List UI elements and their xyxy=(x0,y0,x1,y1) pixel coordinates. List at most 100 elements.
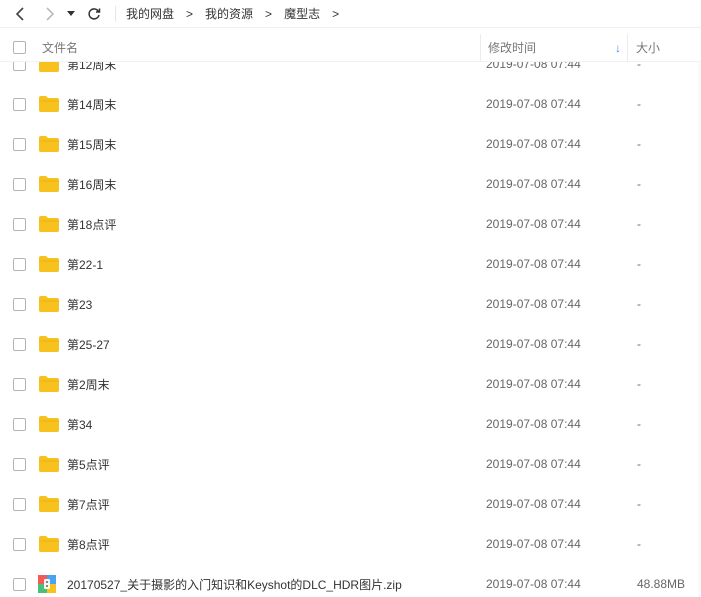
breadcrumb-current-folder[interactable]: 魔型志 xyxy=(280,5,324,22)
folder-icon xyxy=(38,455,60,473)
file-size: - xyxy=(637,297,641,311)
folder-icon xyxy=(38,175,60,193)
file-name[interactable]: 第5点评 xyxy=(67,456,479,473)
file-icon-cell xyxy=(38,415,67,433)
file-name[interactable]: 第16周末 xyxy=(67,176,479,193)
file-row[interactable]: 第12周末 2019-07-08 07:44 - xyxy=(0,62,701,84)
row-checkbox[interactable] xyxy=(12,217,26,231)
folder-icon xyxy=(38,215,60,233)
file-name[interactable]: 第15周末 xyxy=(67,136,479,153)
history-dropdown-button[interactable] xyxy=(63,1,79,27)
select-all-checkbox[interactable] xyxy=(12,41,26,54)
file-row[interactable]: 第5点评 2019-07-08 07:44 - xyxy=(0,444,701,484)
file-size: - xyxy=(637,457,641,471)
row-select-cell xyxy=(0,577,38,591)
file-row[interactable]: 第14周末 2019-07-08 07:44 - xyxy=(0,84,701,124)
row-checkbox[interactable] xyxy=(12,417,26,431)
file-modified-date: 2019-07-08 07:44 xyxy=(486,97,581,111)
forward-button[interactable] xyxy=(37,1,63,27)
nav-divider xyxy=(115,5,116,22)
file-icon-cell xyxy=(38,135,67,153)
chevron-right-icon xyxy=(46,6,55,21)
breadcrumb-my-resources[interactable]: 我的资源 xyxy=(201,5,257,22)
caret-down-icon xyxy=(67,10,75,16)
row-checkbox[interactable] xyxy=(12,297,26,311)
folder-icon xyxy=(38,62,60,73)
file-size: - xyxy=(637,97,641,111)
row-checkbox[interactable] xyxy=(12,377,26,391)
file-name[interactable]: 第2周末 xyxy=(67,376,479,393)
file-modified-date: 2019-07-08 07:44 xyxy=(486,62,581,71)
row-checkbox[interactable] xyxy=(12,177,26,191)
row-checkbox[interactable] xyxy=(12,137,26,151)
back-button[interactable] xyxy=(7,1,33,27)
row-select-cell xyxy=(0,177,38,191)
file-icon-cell xyxy=(38,95,67,113)
row-select-cell xyxy=(0,417,38,431)
file-icon-cell xyxy=(38,62,67,73)
refresh-button[interactable] xyxy=(81,1,107,27)
row-checkbox[interactable] xyxy=(12,457,26,471)
chevron-left-icon xyxy=(15,6,24,21)
file-icon-cell xyxy=(38,455,67,473)
file-size: - xyxy=(637,497,641,511)
file-row[interactable]: 第16周末 2019-07-08 07:44 - xyxy=(0,164,701,204)
row-checkbox[interactable] xyxy=(12,257,26,271)
row-select-cell xyxy=(0,97,38,111)
file-icon-cell xyxy=(38,255,67,273)
file-modified-date: 2019-07-08 07:44 xyxy=(486,497,581,511)
file-modified-date: 2019-07-08 07:44 xyxy=(486,297,581,311)
file-row[interactable]: 第34 2019-07-08 07:44 - xyxy=(0,404,701,444)
file-icon-cell xyxy=(38,215,67,233)
file-row[interactable]: 第8点评 2019-07-08 07:44 - xyxy=(0,524,701,564)
row-checkbox[interactable] xyxy=(12,62,26,71)
file-name[interactable]: 第7点评 xyxy=(67,496,479,513)
file-name[interactable]: 20170527_关于摄影的入门知识和Keyshot的DLC_HDR图片.zip xyxy=(67,576,479,593)
file-name[interactable]: 第23 xyxy=(67,296,479,313)
row-checkbox[interactable] xyxy=(12,537,26,551)
file-row[interactable]: 第23 2019-07-08 07:44 - xyxy=(0,284,701,324)
folder-icon xyxy=(38,135,60,153)
file-row[interactable]: 20170527_关于摄影的入门知识和Keyshot的DLC_HDR图片.zip… xyxy=(0,564,701,597)
file-name[interactable]: 第8点评 xyxy=(67,536,479,553)
file-icon-cell xyxy=(38,535,67,553)
column-header-size[interactable]: 大小 xyxy=(628,39,700,56)
column-header-date[interactable]: 修改时间 ↓ xyxy=(481,39,627,56)
file-row[interactable]: 第18点评 2019-07-08 07:44 - xyxy=(0,204,701,244)
file-row[interactable]: 第2周末 2019-07-08 07:44 - xyxy=(0,364,701,404)
file-row[interactable]: 第25-27 2019-07-08 07:44 - xyxy=(0,324,701,364)
column-header-name[interactable]: 文件名 xyxy=(38,39,480,56)
folder-icon xyxy=(38,335,60,353)
folder-icon xyxy=(38,375,60,393)
file-name[interactable]: 第12周末 xyxy=(67,62,479,73)
file-icon-cell xyxy=(38,175,67,193)
breadcrumb-my-disk[interactable]: 我的网盘 xyxy=(122,5,178,22)
file-modified-date: 2019-07-08 07:44 xyxy=(486,217,581,231)
row-checkbox[interactable] xyxy=(12,497,26,511)
file-size: - xyxy=(637,337,641,351)
row-select-cell xyxy=(0,537,38,551)
file-icon-cell xyxy=(38,375,67,393)
file-icon-cell xyxy=(38,295,67,313)
file-row[interactable]: 第15周末 2019-07-08 07:44 - xyxy=(0,124,701,164)
file-name[interactable]: 第22-1 xyxy=(67,256,479,273)
row-checkbox[interactable] xyxy=(12,337,26,351)
file-name[interactable]: 第25-27 xyxy=(67,336,479,353)
file-name[interactable]: 第18点评 xyxy=(67,216,479,233)
file-modified-date: 2019-07-08 07:44 xyxy=(486,577,581,591)
file-row[interactable]: 第7点评 2019-07-08 07:44 - xyxy=(0,484,701,524)
row-checkbox[interactable] xyxy=(12,97,26,111)
file-size: - xyxy=(637,62,641,71)
row-select-cell xyxy=(0,377,38,391)
file-size: - xyxy=(637,257,641,271)
file-size: 48.88MB xyxy=(637,577,686,591)
select-all-cell xyxy=(0,41,38,54)
file-modified-date: 2019-07-08 07:44 xyxy=(486,257,581,271)
file-size: - xyxy=(637,377,641,391)
file-name[interactable]: 第34 xyxy=(67,416,479,433)
file-row[interactable]: 第22-1 2019-07-08 07:44 - xyxy=(0,244,701,284)
file-name[interactable]: 第14周末 xyxy=(67,96,479,113)
file-list[interactable]: 第12周末 2019-07-08 07:44 - 第14周末 2019-07-08 07… xyxy=(0,62,701,597)
row-checkbox[interactable] xyxy=(12,577,26,591)
folder-icon xyxy=(38,495,60,513)
